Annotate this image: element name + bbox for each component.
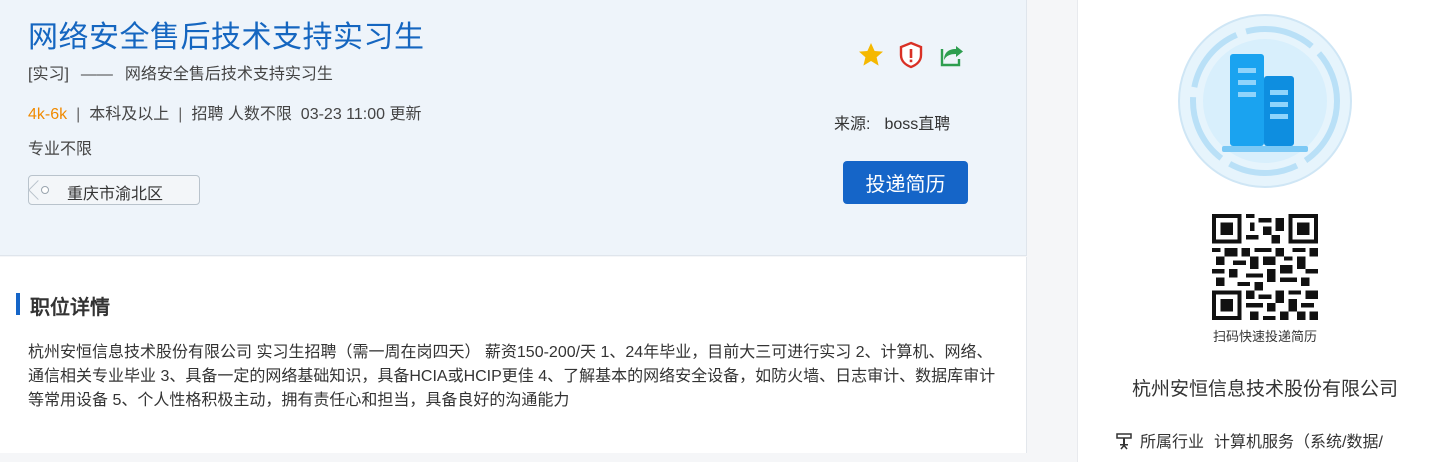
qr-code: [1212, 214, 1318, 320]
qr-caption: 扫码快速投递简历: [1212, 329, 1317, 344]
location-tag: 重庆市渝北区: [28, 175, 200, 205]
company-sidebar: 扫码快速投递简历 杭州安恒信息技术股份有限公司 所属行业 计算机服务（系统/数据/: [1077, 0, 1445, 462]
job-subtitle: [实习] —— 网络安全售后技术支持实习生: [28, 60, 333, 84]
job-detail-page: 网络安全售后技术支持实习生 [实习] —— 网络安全售后技术支持实习生 4k-6k |…: [0, 0, 1445, 462]
star-icon[interactable]: [856, 40, 886, 70]
job-header-card: 网络安全售后技术支持实习生 [实习] —— 网络安全售后技术支持实习生 4k-6k |…: [0, 0, 1027, 256]
update-time: 03-23 11:00 更新: [300, 106, 422, 123]
job-detail-section: 职位详情 杭州安恒信息技术股份有限公司 实习生招聘（需一周在岗四天） 薪资150…: [0, 257, 1027, 453]
location-text: 重庆市渝北区: [67, 186, 164, 203]
apply-resume-button[interactable]: 投递简历: [843, 161, 968, 204]
industry-value: 计算机服务（系统/数据/: [1214, 434, 1383, 451]
job-source: 来源: boss直聘: [834, 110, 950, 134]
meta-separator: |: [76, 106, 81, 123]
report-shield-icon[interactable]: [896, 40, 926, 70]
source-value: boss直聘: [884, 116, 951, 133]
industry-label: 所属行业: [1140, 434, 1205, 451]
recruit-count: 招聘 人数不限: [191, 106, 292, 123]
meta-separator: |: [178, 106, 183, 123]
industry-row: 所属行业 计算机服务（系统/数据/: [1114, 428, 1383, 452]
job-meta-line: 4k-6k | 本科及以上 | 招聘 人数不限 03-23 11:00 更新: [28, 100, 421, 124]
salary-range: 4k-6k: [28, 106, 68, 123]
job-description: 杭州安恒信息技术股份有限公司 实习生招聘（需一周在岗四天） 薪资150-200/…: [28, 344, 996, 409]
section-accent-bar: [16, 293, 20, 315]
job-type-tag: [实习]: [28, 66, 69, 83]
subtitle-dash: ——: [80, 66, 113, 83]
tag-hole-icon: [41, 186, 49, 194]
source-label: 来源:: [834, 116, 871, 133]
job-title: 网络安全售后技术支持实习生: [28, 21, 425, 54]
industry-icon: [1114, 432, 1134, 450]
company-name[interactable]: 杭州安恒信息技术股份有限公司: [1078, 374, 1445, 401]
job-actions: [856, 40, 966, 74]
education-requirement: 本科及以上: [89, 106, 170, 123]
company-logo: [1178, 14, 1352, 188]
major-requirement: 专业不限: [28, 141, 93, 158]
share-icon[interactable]: [936, 40, 966, 70]
job-subtitle-name: 网络安全售后技术支持实习生: [124, 66, 333, 83]
section-title: 职位详情: [30, 297, 110, 319]
